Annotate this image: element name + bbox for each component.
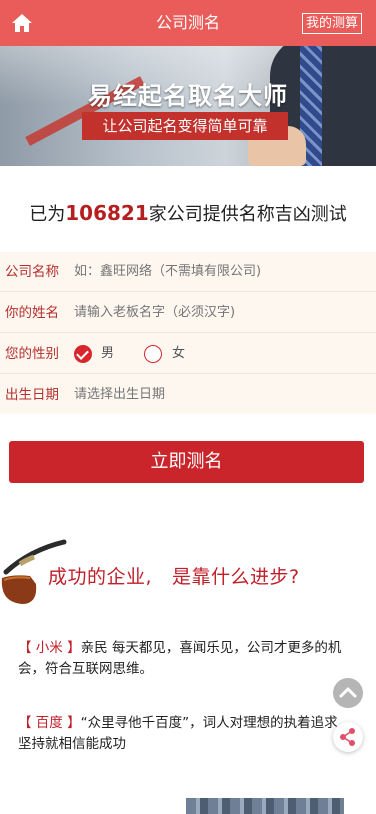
naming-form: 公司名称 你的姓名 您的性别 男 女 出生日期 bbox=[0, 252, 376, 415]
company-row: 公司名称 bbox=[0, 252, 376, 292]
share-icon bbox=[340, 728, 355, 746]
birthday-row: 出生日期 bbox=[0, 375, 376, 415]
section-title-right: 是靠什么进步? bbox=[172, 566, 300, 588]
list-item: 【 百度 】“众里寻他千百度”，词人对理想的执着追求，坚持就相信能成功 bbox=[18, 713, 358, 755]
section-title-left: 成功的企业, bbox=[48, 566, 153, 588]
brand-label: 【 百度 】 bbox=[18, 715, 81, 731]
company-input[interactable] bbox=[74, 252, 364, 292]
gender-row: 您的性别 男 女 bbox=[0, 334, 376, 374]
share-button[interactable] bbox=[333, 722, 363, 752]
name-label: 你的姓名 bbox=[5, 305, 59, 321]
company-label: 公司名称 bbox=[5, 264, 59, 280]
banner-subtitle: 让公司起名变得简单可靠 bbox=[82, 112, 288, 140]
banner-title: 易经起名取名大师 bbox=[88, 82, 288, 110]
name-row: 你的姓名 bbox=[0, 293, 376, 333]
headline-suffix: 家公司提供名称吉凶测试 bbox=[148, 204, 347, 225]
section-title: 成功的企业, 是靠什么进步? bbox=[48, 562, 300, 589]
name-input[interactable] bbox=[74, 293, 364, 333]
female-option-label[interactable]: 女 bbox=[172, 334, 185, 374]
scroll-top-button[interactable] bbox=[333, 678, 363, 708]
brand-label: 【 小米 】 bbox=[18, 640, 81, 656]
headline-prefix: 已为 bbox=[29, 204, 66, 225]
test-count-headline: 已为106821家公司提供名称吉凶测试 bbox=[0, 200, 376, 226]
birthday-input[interactable] bbox=[74, 375, 364, 415]
submit-test-button[interactable]: 立即测名 bbox=[9, 441, 364, 483]
radio-unchecked-icon[interactable] bbox=[144, 345, 162, 363]
list-item: 【 小米 】亲民 每天都见，喜闻乐见，公司才更多的机会，符合互联网思维。 bbox=[18, 638, 358, 680]
test-count: 106821 bbox=[65, 201, 149, 225]
gender-label: 您的性别 bbox=[5, 346, 59, 362]
birthday-label: 出生日期 bbox=[5, 387, 59, 403]
hero-banner: 易经起名取名大师 让公司起名变得简单可靠 bbox=[0, 46, 376, 166]
male-option-label[interactable]: 男 bbox=[101, 334, 114, 374]
radio-checked-icon[interactable] bbox=[74, 345, 92, 363]
top-bar: 公司测名 我的测算 bbox=[0, 0, 376, 46]
building-image bbox=[186, 798, 344, 814]
my-test-button[interactable]: 我的测算 bbox=[301, 13, 362, 34]
arrow-up-icon bbox=[339, 687, 357, 698]
